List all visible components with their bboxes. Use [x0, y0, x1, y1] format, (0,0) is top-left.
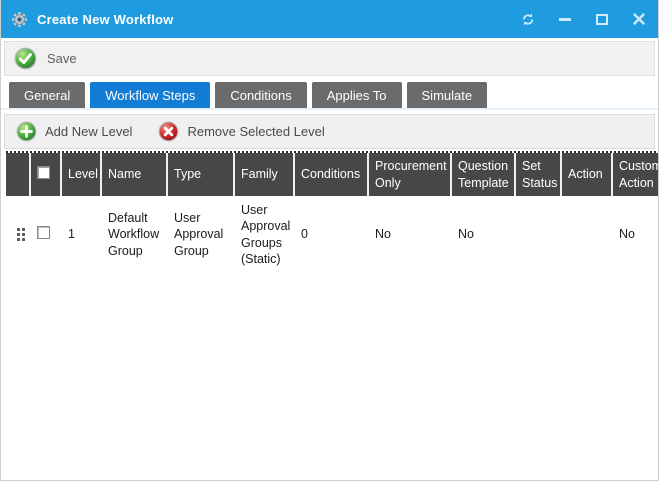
- window-title: Create New Workflow: [37, 12, 173, 27]
- cell-question-template: No: [451, 196, 515, 273]
- cell-custom-action: No: [612, 196, 659, 273]
- cell-family: User Approval Groups (Static): [234, 196, 294, 273]
- remove-selected-level-label: Remove Selected Level: [187, 124, 324, 139]
- row-checkbox[interactable]: [37, 226, 50, 239]
- cell-level: 1: [61, 196, 101, 273]
- tab-conditions[interactable]: Conditions: [215, 82, 306, 108]
- plus-circle-icon: [16, 121, 37, 142]
- col-type[interactable]: Type: [167, 153, 234, 196]
- maximize-icon[interactable]: [595, 12, 609, 26]
- col-action[interactable]: Action: [561, 153, 612, 196]
- cell-conditions: 0: [294, 196, 368, 273]
- col-custom-action[interactable]: Custom Action: [612, 153, 659, 196]
- tab-strip: General Workflow Steps Conditions Applie…: [1, 76, 658, 110]
- refresh-icon[interactable]: [521, 12, 535, 26]
- table-row[interactable]: 1 Default Workflow Group User Approval G…: [6, 196, 659, 273]
- col-name[interactable]: Name: [101, 153, 167, 196]
- cell-drag: [6, 196, 30, 273]
- col-select: [30, 153, 61, 196]
- col-drag: [6, 153, 30, 196]
- col-set-status[interactable]: Set Status: [515, 153, 561, 196]
- select-all-checkbox[interactable]: [37, 166, 50, 179]
- drag-handle-icon[interactable]: [17, 228, 25, 241]
- col-procurement-only[interactable]: Procurement Only: [368, 153, 451, 196]
- titlebar: Create New Workflow: [1, 0, 658, 38]
- tab-label: Simulate: [422, 88, 473, 103]
- minimize-icon[interactable]: [558, 12, 572, 26]
- window-controls: [521, 12, 646, 26]
- add-new-level-button[interactable]: Add New Level: [16, 121, 132, 142]
- x-circle-icon: [158, 121, 179, 142]
- save-label: Save: [47, 51, 77, 66]
- tab-label: Conditions: [230, 88, 291, 103]
- col-level[interactable]: Level: [61, 153, 101, 196]
- cell-procurement-only: No: [368, 196, 451, 273]
- tab-applies-to[interactable]: Applies To: [312, 82, 402, 108]
- tab-simulate[interactable]: Simulate: [407, 82, 488, 108]
- gear-icon: [11, 11, 28, 28]
- cell-type: User Approval Group: [167, 196, 234, 273]
- workflow-steps-grid: Level Name Type Family Conditions Procur…: [6, 151, 659, 273]
- cell-name: Default Workflow Group: [101, 196, 167, 273]
- close-icon[interactable]: [632, 12, 646, 26]
- levels-table: Level Name Type Family Conditions Procur…: [6, 153, 659, 273]
- tab-label: Workflow Steps: [105, 88, 195, 103]
- col-family[interactable]: Family: [234, 153, 294, 196]
- tab-workflow-steps[interactable]: Workflow Steps: [90, 82, 210, 108]
- col-question-template[interactable]: Question Template: [451, 153, 515, 196]
- grid-toolbar: Add New Level Remove Selected Level: [4, 114, 655, 149]
- check-circle-icon: [14, 47, 37, 70]
- tab-general[interactable]: General: [9, 82, 85, 108]
- save-button[interactable]: Save: [14, 47, 77, 70]
- tab-label: General: [24, 88, 70, 103]
- header-row: Level Name Type Family Conditions Procur…: [6, 153, 659, 196]
- tab-label: Applies To: [327, 88, 387, 103]
- col-conditions[interactable]: Conditions: [294, 153, 368, 196]
- remove-selected-level-button[interactable]: Remove Selected Level: [158, 121, 324, 142]
- cell-select: [30, 196, 61, 273]
- cell-action: [561, 196, 612, 273]
- cell-set-status: [515, 196, 561, 273]
- save-toolbar: Save: [4, 41, 655, 76]
- create-new-workflow-dialog: Create New Workflow: [0, 0, 659, 481]
- add-new-level-label: Add New Level: [45, 124, 132, 139]
